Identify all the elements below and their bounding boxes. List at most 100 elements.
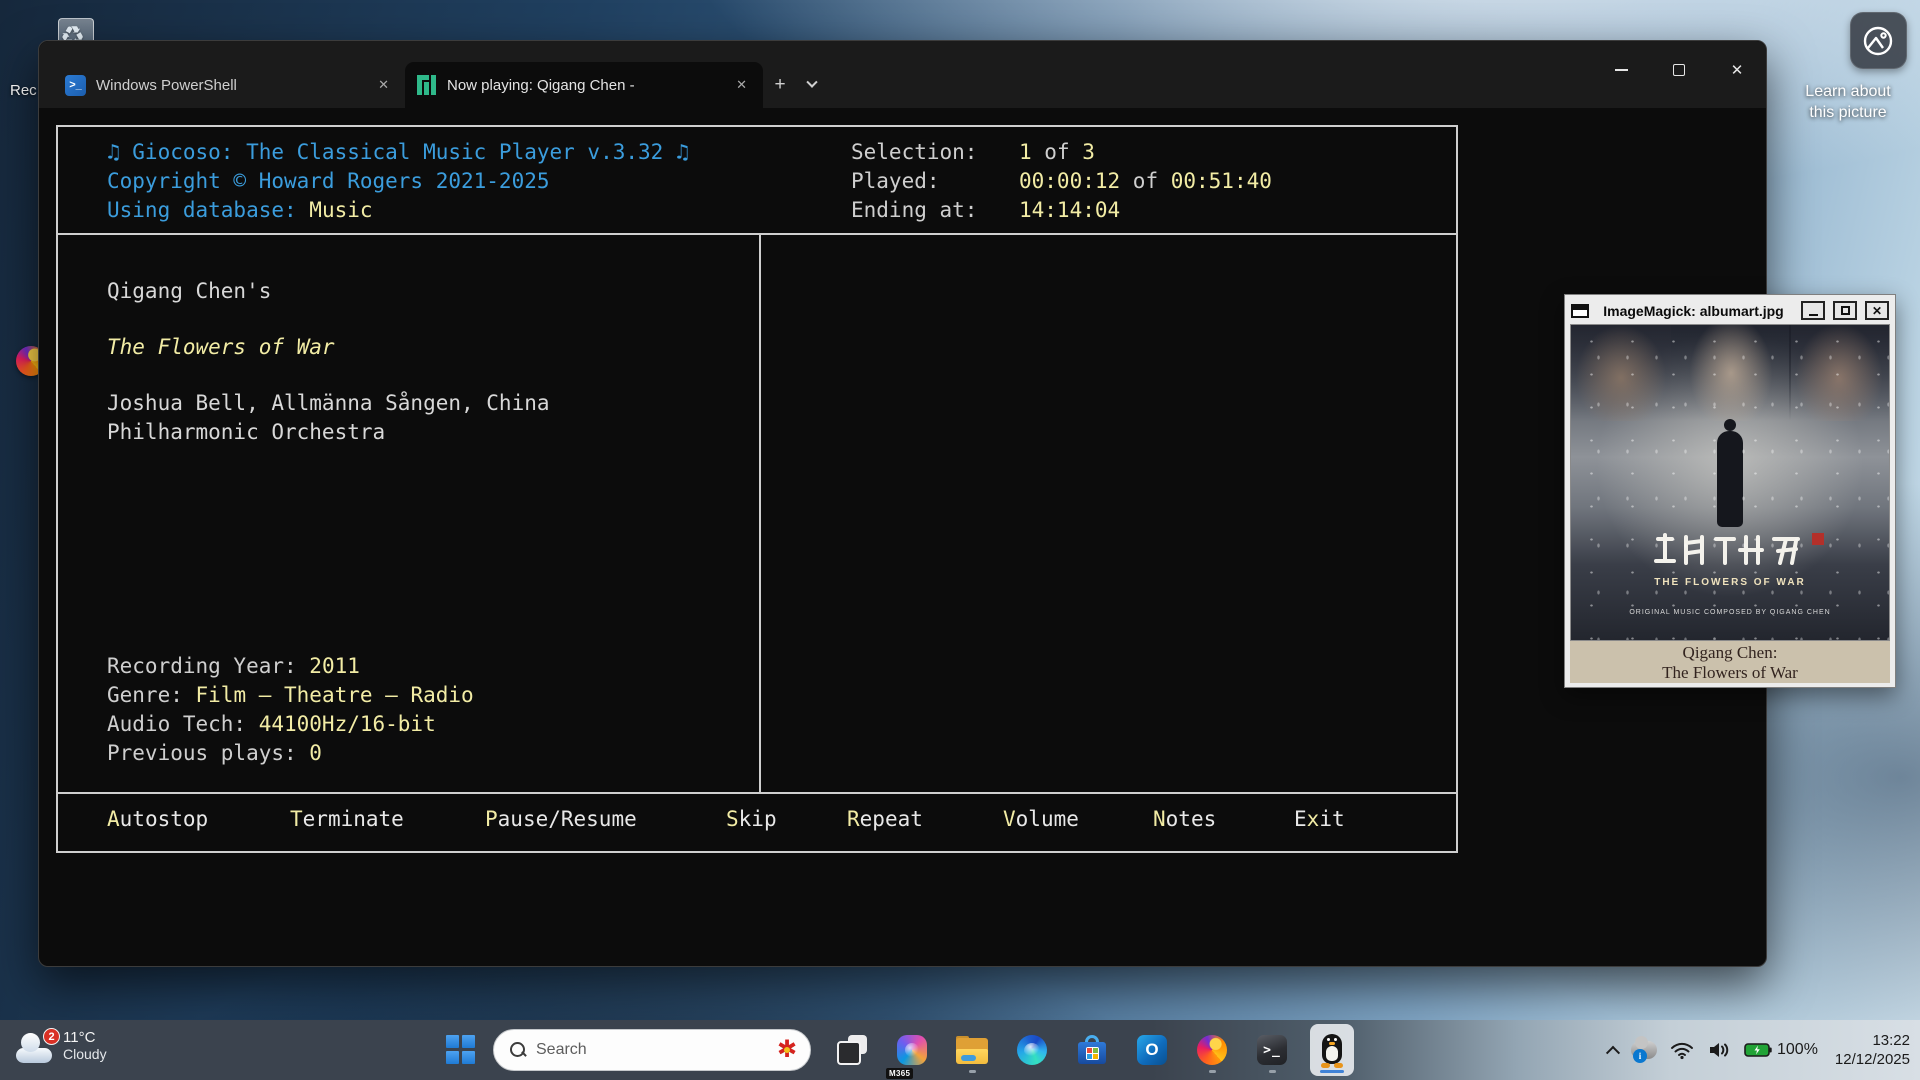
m365-badge: M365 xyxy=(886,1068,913,1079)
speaker-icon[interactable] xyxy=(1707,1040,1731,1060)
linux-tux-button[interactable] xyxy=(1310,1024,1354,1076)
tui-header-left: ♫ Giocoso: The Classical Music Player v.… xyxy=(107,138,851,233)
tab-close-icon[interactable]: ✕ xyxy=(732,77,751,93)
giocoso-tui: ♫ Giocoso: The Classical Music Player v.… xyxy=(56,125,1458,853)
tray-chevron-up-icon[interactable] xyxy=(1606,1046,1620,1060)
learn-about-picture-icon[interactable] xyxy=(1850,12,1907,69)
tab-close-icon[interactable]: ✕ xyxy=(374,77,393,93)
imagemagick-window: ImageMagick: albumart.jpg ✕ THE FLOWERS … xyxy=(1564,294,1896,688)
microsoft-store-button[interactable] xyxy=(1070,1024,1114,1076)
microsoft-store-icon xyxy=(1077,1035,1107,1065)
menu-exit[interactable]: Exit xyxy=(1294,794,1345,845)
menu-autostop[interactable]: Autostop xyxy=(107,794,208,845)
recording-details: Recording Year: 2011 Genre: Film – Theat… xyxy=(107,652,474,768)
selection-line: Selection:1 of 3 xyxy=(851,138,1456,167)
chevron-down-icon xyxy=(806,77,817,88)
outlook-icon: O xyxy=(1137,1035,1167,1065)
tui-header-right: Selection:1 of 3 Played:00:00:12 of 00:5… xyxy=(851,138,1456,233)
menu-repeat[interactable]: Repeat xyxy=(847,794,923,845)
file-explorer-icon xyxy=(956,1036,988,1064)
tab-dropdown-button[interactable] xyxy=(797,62,827,108)
tui-main: Qigang Chen's The Flowers of War Joshua … xyxy=(58,235,1456,794)
firefox-button[interactable] xyxy=(1190,1024,1234,1076)
album-caption: Qigang Chen: The Flowers of War xyxy=(1570,641,1890,683)
wifi-icon[interactable] xyxy=(1670,1040,1694,1060)
tui-header: ♫ Giocoso: The Classical Music Player v.… xyxy=(58,127,1456,235)
onedrive-icon[interactable]: i xyxy=(1631,1041,1657,1059)
album-art-image: THE FLOWERS OF WAR ORIGINAL MUSIC COMPOS… xyxy=(1570,324,1890,641)
edge-button[interactable] xyxy=(1010,1024,1054,1076)
im-close-button[interactable]: ✕ xyxy=(1865,301,1889,320)
poster-face-center xyxy=(1671,325,1791,421)
app-copyright: Copyright © Howard Rogers 2021-2025 xyxy=(107,167,851,196)
menu-terminate[interactable]: Terminate xyxy=(290,794,404,845)
taskbar: 2 11°C Cloudy Search ✱✱ M365 xyxy=(0,1020,1920,1080)
battery-indicator[interactable]: 100% xyxy=(1744,1041,1818,1059)
menu-pause-resume[interactable]: Pause/Resume xyxy=(485,794,637,845)
menu-notes[interactable]: Notes xyxy=(1153,794,1216,845)
maximize-button[interactable] xyxy=(1650,41,1708,99)
app-title: ♫ Giocoso: The Classical Music Player v.… xyxy=(107,138,851,167)
close-button[interactable]: ✕ xyxy=(1708,41,1766,99)
windows-terminal-button[interactable]: >_ xyxy=(1250,1024,1294,1076)
poster-face-right xyxy=(1789,325,1889,421)
battery-icon xyxy=(1744,1042,1772,1058)
poster-figure-silhouette xyxy=(1717,431,1743,527)
detail-row: Genre: Film – Theatre – Radio xyxy=(107,681,474,710)
menu-skip[interactable]: Skip xyxy=(726,794,777,845)
window-system-icon[interactable] xyxy=(1571,304,1589,318)
minimize-button[interactable] xyxy=(1592,41,1650,99)
task-view-button[interactable] xyxy=(830,1024,874,1076)
active-indicator xyxy=(1320,1070,1344,1073)
battery-percent: 100% xyxy=(1777,1041,1818,1059)
poster-calligraphy xyxy=(1650,531,1810,569)
tab-now-playing[interactable]: Now playing: Qigang Chen - ✕ xyxy=(405,62,763,108)
performers: Joshua Bell, Allmänna Sången, China Phil… xyxy=(107,389,550,447)
composer: Qigang Chen's xyxy=(107,277,271,306)
poster-red-seal xyxy=(1812,533,1824,545)
cloud-icon: 2 xyxy=(14,1037,54,1063)
weather-condition: Cloudy xyxy=(63,1046,107,1062)
powershell-icon: >_ xyxy=(65,75,86,96)
manjaro-icon xyxy=(417,75,437,95)
search-box[interactable]: Search ✱✱ xyxy=(493,1029,811,1071)
running-indicator xyxy=(969,1070,976,1073)
weather-text: 11°C Cloudy xyxy=(63,1029,107,1062)
tab-windows-powershell[interactable]: >_ Windows PowerShell ✕ xyxy=(53,62,405,108)
picture-icon xyxy=(1861,24,1895,58)
spotlight-widget[interactable]: Learn about this picture xyxy=(1818,12,1920,123)
recycle-bin-label: Rec xyxy=(10,82,37,99)
poinsettia-icon: ✱✱ xyxy=(774,1037,800,1063)
m365-copilot-icon xyxy=(897,1035,927,1065)
new-tab-button[interactable]: + xyxy=(763,62,797,108)
search-label: Search xyxy=(536,1041,764,1059)
tux-icon xyxy=(1319,1034,1345,1066)
edge-icon xyxy=(1017,1035,1047,1065)
tray-time: 13:22 xyxy=(1835,1031,1910,1050)
database-line: Using database: Music xyxy=(107,196,851,225)
tab-title: Windows PowerShell xyxy=(96,77,364,94)
weather-temp: 11°C xyxy=(63,1029,107,1046)
im-maximize-button[interactable] xyxy=(1833,301,1857,320)
taskbar-app-icons: M365 O xyxy=(830,1024,1354,1076)
caption-composer: Qigang Chen: xyxy=(1570,643,1890,663)
imagemagick-title: ImageMagick: albumart.jpg xyxy=(1594,303,1793,319)
outlook-button[interactable]: O xyxy=(1130,1024,1174,1076)
start-button[interactable] xyxy=(446,1035,476,1065)
ending-line: Ending at:14:14:04 xyxy=(851,196,1456,225)
imagemagick-titlebar[interactable]: ImageMagick: albumart.jpg ✕ xyxy=(1570,297,1890,324)
detail-row: Audio Tech: 44100Hz/16-bit xyxy=(107,710,474,739)
notification-badge: 2 xyxy=(43,1028,60,1045)
caption-work: The Flowers of War xyxy=(1570,663,1890,683)
menu-volume[interactable]: Volume xyxy=(1003,794,1079,845)
system-tray: i 100% 13:22 xyxy=(1608,1020,1910,1080)
file-explorer-button[interactable] xyxy=(950,1024,994,1076)
search-icon xyxy=(510,1042,526,1058)
im-minimize-button[interactable] xyxy=(1801,301,1825,320)
poster-credit-text: ORIGINAL MUSIC COMPOSED BY QIGANG CHEN xyxy=(1571,609,1889,616)
m365-copilot-button[interactable]: M365 xyxy=(890,1024,934,1076)
detail-row: Previous plays: 0 xyxy=(107,739,474,768)
clock-widget[interactable]: 13:22 12/12/2025 xyxy=(1835,1031,1910,1069)
weather-widget[interactable]: 2 11°C Cloudy xyxy=(14,1027,107,1063)
firefox-icon xyxy=(1197,1035,1227,1065)
